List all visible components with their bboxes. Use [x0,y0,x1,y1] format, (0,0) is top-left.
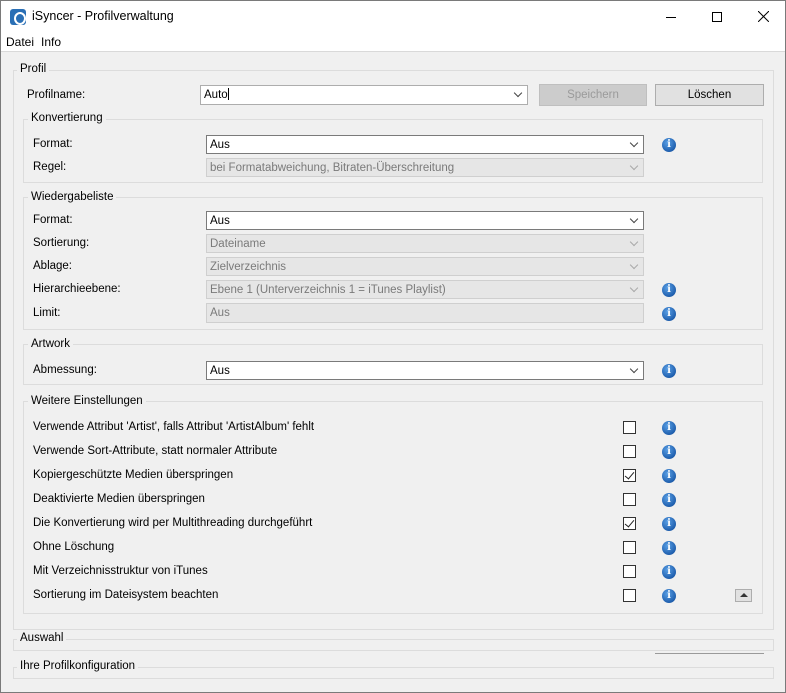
konv-regel-label: Regel: [33,161,67,173]
collapse-up-button[interactable] [735,589,752,602]
setting-label: Verwende Sort-Attribute, statt normaler … [33,445,278,457]
wl-sortierung-value: Dateiname [210,238,266,250]
konv-format-value: Aus [210,139,230,151]
artwork-abmessung-value: Aus [210,365,230,377]
setting-checkbox[interactable] [623,493,636,506]
minimize-button[interactable] [648,1,694,32]
setting-checkbox[interactable] [623,565,636,578]
artwork-abmessung-label: Abmessung: [33,364,97,376]
auswahl-group[interactable] [13,639,774,651]
info-icon[interactable]: i [662,517,676,531]
wl-ablage-label: Ablage: [33,260,73,272]
setting-checkbox[interactable] [623,421,636,434]
menu-bar: Datei Info [1,32,785,52]
wl-hierarchie-combo[interactable]: Ebene 1 (Unterverzeichnis 1 = iTunes Pla… [206,280,644,299]
info-icon[interactable]: i [662,445,676,459]
delete-button[interactable]: Löschen [655,84,764,106]
close-button[interactable] [740,1,786,32]
info-icon[interactable]: i [662,421,676,435]
profilname-label: Profilname: [27,89,86,101]
konv-regel-combo[interactable]: bei Formatabweichung, Bitraten-Überschre… [206,158,644,177]
setting-checkbox[interactable] [623,517,636,530]
wiedergabeliste-legend: Wiedergabeliste [28,191,117,203]
wl-sortierung-combo[interactable]: Dateiname [206,234,644,253]
info-icon[interactable]: i [662,364,676,378]
menu-info[interactable]: Info [41,35,61,49]
app-icon [10,9,26,25]
setting-label: Die Konvertierung wird per Multithreadin… [33,517,313,529]
konvertierung-legend: Konvertierung [28,112,106,124]
setting-checkbox[interactable] [623,469,636,482]
info-icon[interactable]: i [662,493,676,507]
wl-format-combo[interactable]: Aus [206,211,644,230]
artwork-abmessung-combo[interactable]: Aus [206,361,644,380]
info-icon[interactable]: i [662,589,676,603]
setting-checkbox[interactable] [623,445,636,458]
wl-ablage-value: Zielverzeichnis [210,261,287,273]
setting-checkbox[interactable] [623,541,636,554]
title-bar: iSyncer - Profilverwaltung [1,1,785,32]
profilname-combo[interactable]: Auto [200,85,528,105]
profilname-value: Auto [204,89,228,101]
app-window: iSyncer - Profilverwaltung Datei Info Pr… [0,0,786,693]
setting-label: Verwende Attribut 'Artist', falls Attrib… [33,421,315,433]
profil-legend: Profil [17,63,50,75]
wl-hierarchie-value: Ebene 1 (Unterverzeichnis 1 = iTunes Pla… [210,284,446,296]
chevron-down-icon [630,285,638,293]
chevron-down-icon [630,216,638,224]
chevron-down-icon [630,262,638,270]
menu-datei[interactable]: Datei [6,35,34,49]
auswahl-legend: Auswahl [17,632,67,644]
wl-hierarchie-label: Hierarchieebene: [33,283,121,295]
setting-label: Mit Verzeichnisstruktur von iTunes [33,565,208,577]
info-icon[interactable]: i [662,469,676,483]
konv-regel-value: bei Formatabweichung, Bitraten-Überschre… [210,162,455,174]
info-icon[interactable]: i [662,541,676,555]
setting-label: Sortierung im Dateisystem beachten [33,589,219,601]
wl-limit-label: Limit: [33,307,61,319]
chevron-down-icon [630,163,638,171]
chevron-down-icon [630,239,638,247]
wl-format-label: Format: [33,214,73,226]
konv-format-label: Format: [33,138,73,150]
maximize-button[interactable] [694,1,740,32]
save-button[interactable]: Speichern [539,84,647,106]
info-icon[interactable]: i [662,307,676,321]
wl-ablage-combo[interactable]: Zielverzeichnis [206,257,644,276]
info-icon[interactable]: i [662,138,676,152]
wl-sortierung-label: Sortierung: [33,237,90,249]
konfiguration-legend: Ihre Profilkonfiguration [17,660,139,672]
konv-format-combo[interactable]: Aus [206,135,644,154]
artwork-legend: Artwork [28,338,73,350]
chevron-down-icon [630,366,638,374]
info-icon[interactable]: i [662,565,676,579]
weitere-legend: Weitere Einstellungen [28,395,146,407]
divider [655,653,764,654]
info-icon[interactable]: i [662,283,676,297]
chevron-down-icon [630,140,638,148]
window-title: iSyncer - Profilverwaltung [32,9,174,23]
wl-limit-field[interactable]: Aus [206,303,644,323]
main-content: Profil Profilname: Auto Speichern Lösche… [1,52,785,692]
wl-format-value: Aus [210,215,230,227]
setting-checkbox[interactable] [623,589,636,602]
setting-label: Deaktivierte Medien überspringen [33,493,205,505]
chevron-down-icon [514,90,522,98]
setting-label: Kopiergeschützte Medien überspringen [33,469,234,481]
setting-label: Ohne Löschung [33,541,115,553]
